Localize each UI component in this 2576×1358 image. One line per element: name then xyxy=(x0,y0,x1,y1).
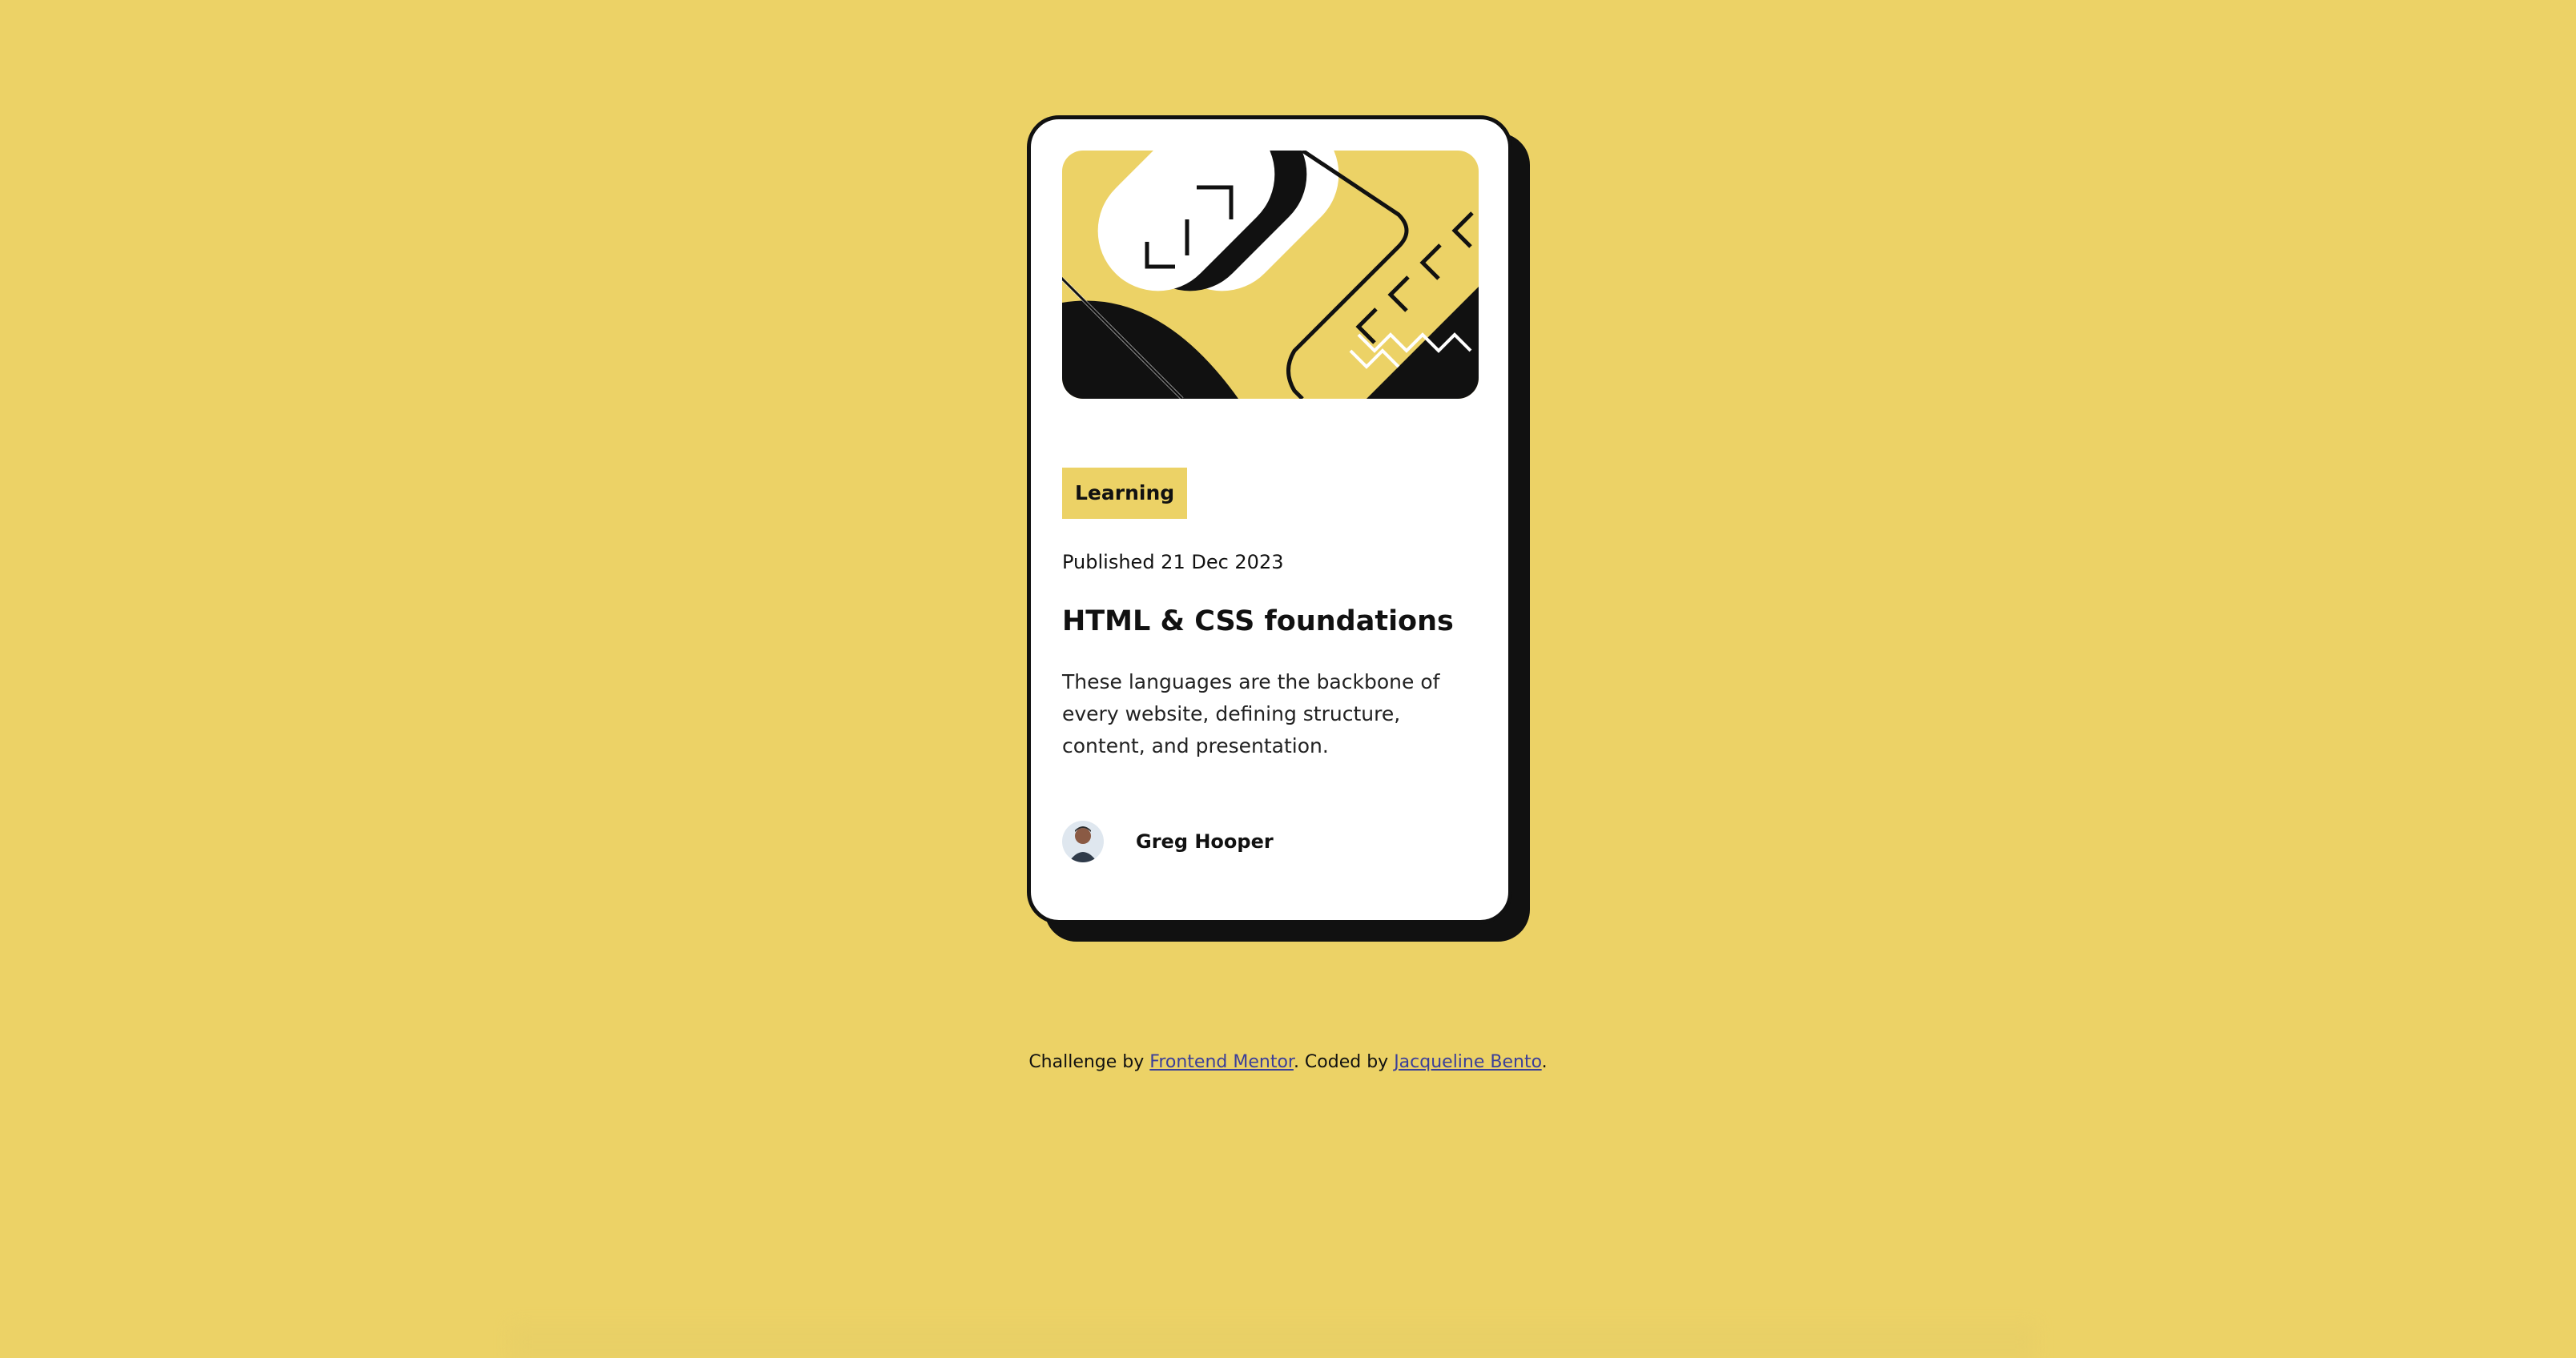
attribution: Challenge by Frontend Mentor. Coded by J… xyxy=(0,1052,2576,1072)
bottom-shade xyxy=(513,1326,2035,1358)
category-tag: Learning xyxy=(1062,468,1188,519)
avatar xyxy=(1062,821,1104,862)
hero-illustration xyxy=(1062,151,1479,399)
attribution-prefix: Challenge by xyxy=(1028,1052,1150,1072)
card-description: These languages are the backbone of ever… xyxy=(1062,670,1440,757)
frontend-mentor-link[interactable]: Frontend Mentor xyxy=(1149,1052,1294,1072)
author: Greg Hooper xyxy=(1062,821,1274,862)
author-link[interactable]: Jacqueline Bento xyxy=(1394,1052,1541,1072)
published-date: Published 21 Dec 2023 xyxy=(1062,551,1284,573)
card-title[interactable]: HTML & CSS foundations xyxy=(1062,604,1477,639)
attribution-middle: . Coded by xyxy=(1293,1052,1395,1072)
attribution-suffix: . xyxy=(1541,1052,1548,1072)
author-name: Greg Hooper xyxy=(1136,830,1274,853)
blog-preview-card: Learning Published 21 Dec 2023 HTML & CS… xyxy=(1027,115,1512,924)
